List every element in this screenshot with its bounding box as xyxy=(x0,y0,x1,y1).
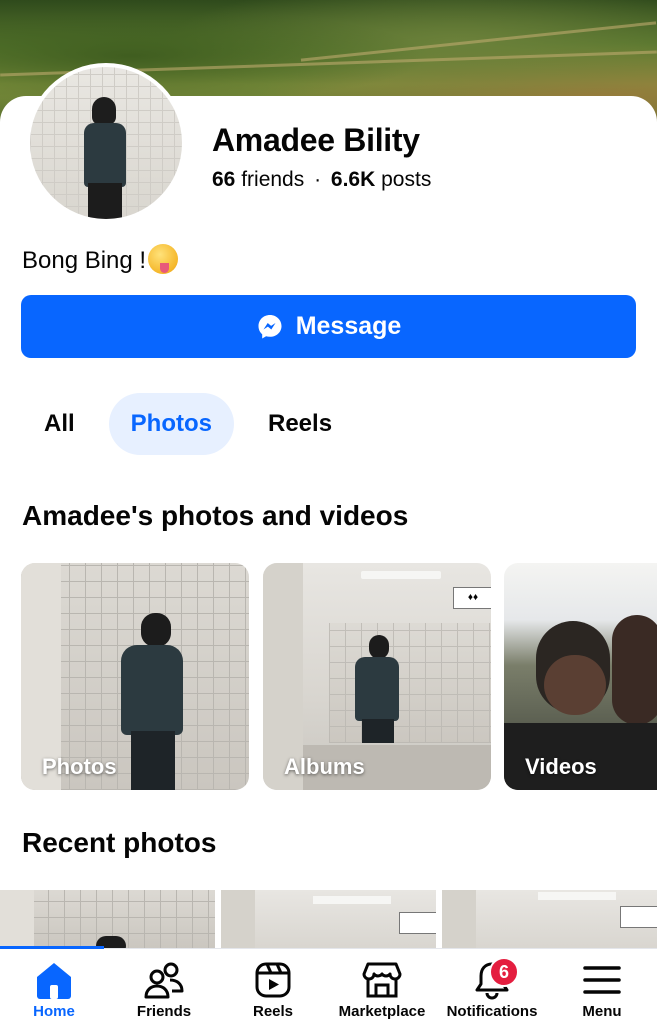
reels-icon xyxy=(255,962,291,998)
nav-marketplace[interactable]: Marketplace xyxy=(332,949,432,1025)
tab-photos[interactable]: Photos xyxy=(108,393,234,455)
friends-icon xyxy=(144,962,184,999)
tab-photos-label: Photos xyxy=(130,410,212,437)
videos-tile[interactable]: Videos xyxy=(504,563,657,790)
posts-count: 6.6K xyxy=(330,168,376,191)
photos-tile[interactable]: Photos xyxy=(21,563,249,790)
profile-bio: Bong Bing ! xyxy=(22,244,179,275)
nav-reels[interactable]: Reels xyxy=(242,949,304,1025)
nav-home-label: Home xyxy=(33,1003,75,1020)
stats-separator: · xyxy=(314,168,322,191)
profile-name: Amadee Bility xyxy=(212,122,420,158)
profile-tabs: All Photos Reels xyxy=(22,393,354,455)
nav-home[interactable]: Home xyxy=(22,949,86,1025)
tab-reels[interactable]: Reels xyxy=(246,393,354,455)
menu-icon xyxy=(583,966,621,994)
photos-tile-label: Photos xyxy=(42,754,117,779)
videos-tile-label: Videos xyxy=(525,754,597,779)
message-button[interactable]: Message xyxy=(21,295,636,358)
recent-photos-heading: Recent photos xyxy=(22,827,217,858)
zany-face-emoji-icon xyxy=(148,244,179,274)
home-icon xyxy=(37,963,71,999)
notifications-badge: 6 xyxy=(489,957,519,987)
albums-tile[interactable]: ♦♦ Albums xyxy=(263,563,491,790)
nav-friends-label: Friends xyxy=(136,1003,192,1020)
friends-label[interactable]: friends xyxy=(241,168,304,191)
nav-marketplace-label: Marketplace xyxy=(338,1003,426,1020)
nav-menu-label: Menu xyxy=(582,1003,622,1020)
nav-friends[interactable]: Friends xyxy=(128,949,200,1025)
profile-avatar[interactable] xyxy=(30,67,182,219)
recent-photo-3[interactable] xyxy=(442,890,657,950)
bio-text: Bong Bing ! xyxy=(22,247,147,274)
profile-stats: 66 friends · 6.6K posts xyxy=(212,168,431,192)
tab-all[interactable]: All xyxy=(22,393,97,455)
marketplace-icon xyxy=(362,962,402,998)
message-button-label: Message xyxy=(295,312,402,340)
bottom-navigation: Home Friends Reels Marketplace 6 Notific… xyxy=(0,946,657,1025)
tab-reels-label: Reels xyxy=(268,410,333,437)
nav-notifications[interactable]: 6 Notifications xyxy=(440,949,544,1025)
bell-icon-wrap: 6 xyxy=(471,957,519,1001)
friends-count[interactable]: 66 xyxy=(212,168,235,191)
messenger-icon xyxy=(258,314,282,338)
tab-all-label: All xyxy=(44,410,75,437)
restroom-sign-icon: ♦♦ xyxy=(453,587,491,609)
nav-reels-label: Reels xyxy=(252,1003,294,1020)
posts-label: posts xyxy=(381,168,432,191)
recent-photo-2[interactable] xyxy=(221,890,436,950)
photos-videos-heading: Amadee's photos and videos xyxy=(22,500,409,531)
recent-photo-1[interactable] xyxy=(0,890,215,950)
profile-sheet xyxy=(0,96,657,1024)
albums-tile-label: Albums xyxy=(284,754,365,779)
nav-menu[interactable]: Menu xyxy=(574,949,630,1025)
nav-notifications-label: Notifications xyxy=(446,1003,538,1020)
